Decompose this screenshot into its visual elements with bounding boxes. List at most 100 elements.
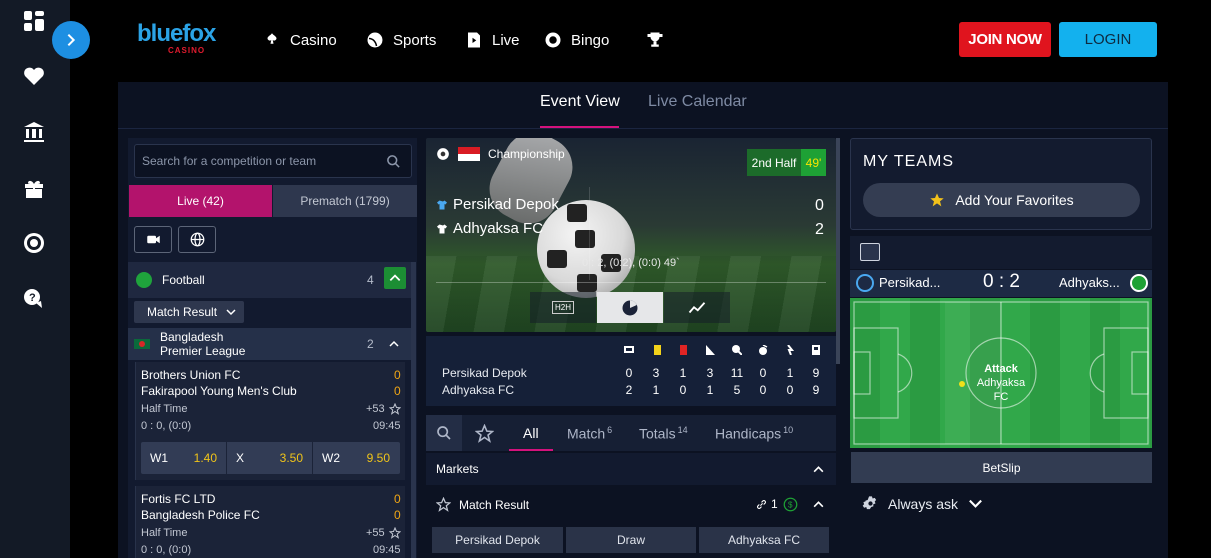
stats-pie-button[interactable] <box>597 292 663 323</box>
selection-draw-button[interactable]: Draw <box>566 527 696 553</box>
hero-away-team: Adhyaksa FC <box>436 220 543 237</box>
link-count: 1 <box>771 497 778 511</box>
tab-event-view[interactable]: Event View <box>540 93 620 111</box>
collapse-sport-button[interactable] <box>384 267 406 289</box>
away-score: 0 <box>394 384 401 398</box>
selection-away-button[interactable]: Adhyaksa FC <box>699 527 829 553</box>
more-markets-count[interactable]: +55 <box>366 527 385 539</box>
tab-prematch[interactable]: Prematch (1799) <box>273 185 417 217</box>
market-search-button[interactable] <box>426 415 462 451</box>
possession-icon <box>812 345 820 355</box>
expand-sidebar-button[interactable] <box>52 21 90 59</box>
grid-menu-icon[interactable] <box>20 7 48 35</box>
away-team-logo-icon <box>1130 274 1148 292</box>
market-type-value: Match Result <box>147 305 218 319</box>
sport-row-football[interactable]: Football 4 <box>128 262 411 298</box>
help-chat-icon[interactable]: ? <box>20 285 48 313</box>
market-name: Match Result <box>459 498 530 512</box>
tab-totals[interactable]: Totals 14 <box>639 425 688 442</box>
tab-handicaps-count: 10 <box>783 425 794 435</box>
live-icon <box>468 32 480 48</box>
stat-value: 5 <box>733 383 741 397</box>
match-period: Half Time <box>141 527 188 539</box>
odd-x-button[interactable]: X 3.50 <box>227 442 313 474</box>
tab-handicaps[interactable]: Handicaps 10 <box>715 425 793 442</box>
nav-casino[interactable]: Casino <box>263 28 337 52</box>
tab-live-calendar[interactable]: Live Calendar <box>648 93 747 111</box>
attack-indicator: Attack Adhyaksa FC <box>969 362 1033 404</box>
stat-value: 1 <box>786 366 794 380</box>
away-team-name: Adhyaksa FC <box>453 220 544 237</box>
svg-text:?: ? <box>29 292 36 304</box>
nav-sports[interactable]: Sports <box>366 28 436 52</box>
center-scrollbar[interactable] <box>836 138 840 364</box>
match-card[interactable]: Brothers Union FC 0 Fakirapool Young Men… <box>135 362 405 480</box>
search-input[interactable]: Search for a competition or team <box>134 144 412 178</box>
odds-row: W1 1.40 X 3.50 W2 9.50 <box>141 442 400 474</box>
video-filter-button[interactable] <box>134 226 172 253</box>
tab-all[interactable]: All <box>523 425 539 441</box>
join-now-button[interactable]: JOIN NOW <box>959 22 1051 57</box>
link-icon <box>757 500 766 509</box>
substitution-icon <box>787 345 795 355</box>
betslip-tab[interactable]: BetSlip <box>851 452 1152 483</box>
add-favorites-button[interactable]: Add Your Favorites <box>863 183 1140 217</box>
scoreboard-icon[interactable] <box>860 243 880 261</box>
match-result-market[interactable]: Match Result 1 $ <box>426 488 836 521</box>
tab-match[interactable]: Match 6 <box>567 425 612 442</box>
search-icon <box>387 155 400 168</box>
selection-home-button[interactable]: Persikad Depok <box>432 527 563 553</box>
hero-view-buttons: H2H <box>530 292 730 323</box>
login-button[interactable]: LOGIN <box>1059 22 1157 57</box>
trend-button[interactable] <box>664 292 730 323</box>
market-type-select[interactable]: Match Result <box>134 301 244 323</box>
h2h-button[interactable]: H2H <box>530 292 596 323</box>
nav-trophy[interactable] <box>646 28 664 52</box>
markets-header[interactable]: Markets <box>426 453 836 485</box>
star-icon[interactable] <box>436 497 451 512</box>
chevron-up-icon[interactable] <box>812 498 825 511</box>
tab-live[interactable]: Live (42) <box>129 185 272 217</box>
star-icon <box>930 193 945 207</box>
stat-value: 3 <box>706 366 714 380</box>
hero-home-team: Persikad Depok <box>436 196 559 213</box>
stat-value: 9 <box>812 383 820 397</box>
star-icon[interactable] <box>389 527 401 539</box>
search-icon <box>437 426 451 440</box>
nav-live[interactable]: Live <box>465 28 520 52</box>
odds-change-setting[interactable]: Always ask <box>862 495 984 512</box>
home-team: Fortis FC LTD <box>141 492 216 506</box>
tab-all-label: All <box>523 425 539 441</box>
odd-w2-button[interactable]: W2 9.50 <box>313 442 399 474</box>
selection-label: Draw <box>616 533 645 547</box>
brand-logo[interactable]: bluefox CASINO <box>137 22 227 58</box>
odd-w1-button[interactable]: W1 1.40 <box>141 442 227 474</box>
left-scrollbar[interactable] <box>411 262 416 558</box>
stat-value: 1 <box>652 383 660 397</box>
match-time: 09:45 <box>373 544 401 556</box>
match-detail: 0 : 0, (0:0) <box>141 544 192 556</box>
more-markets-count[interactable]: +53 <box>366 403 385 415</box>
chevron-down-icon <box>969 499 982 508</box>
globe-icon <box>190 232 204 247</box>
corner-flag-icon <box>706 345 715 355</box>
target-icon[interactable] <box>20 229 48 257</box>
gift-icon[interactable] <box>20 174 48 202</box>
yellow-card-icon <box>654 345 661 355</box>
nav-bingo[interactable]: Bingo <box>544 28 609 52</box>
attack-team: Adhyaksa FC <box>976 377 1026 403</box>
chevron-up-icon[interactable] <box>388 338 400 350</box>
casino-building-icon[interactable] <box>20 118 48 146</box>
star-icon[interactable] <box>475 424 494 443</box>
favorites-heart-icon[interactable] <box>20 62 48 90</box>
pie-chart-icon <box>622 300 638 315</box>
add-favorites-label: Add Your Favorites <box>955 192 1074 208</box>
globe-filter-button[interactable] <box>178 226 216 253</box>
competition-label: Championship <box>436 147 565 161</box>
star-icon[interactable] <box>389 403 401 415</box>
bingo-ball-icon <box>545 32 561 48</box>
match-card[interactable]: Fortis FC LTD 0 Bangladesh Police FC 0 H… <box>135 486 405 558</box>
league-row[interactable]: Bangladesh Premier League 2 <box>128 328 411 360</box>
tab-handicaps-label: Handicaps <box>715 425 782 442</box>
trend-line-icon <box>688 301 706 313</box>
